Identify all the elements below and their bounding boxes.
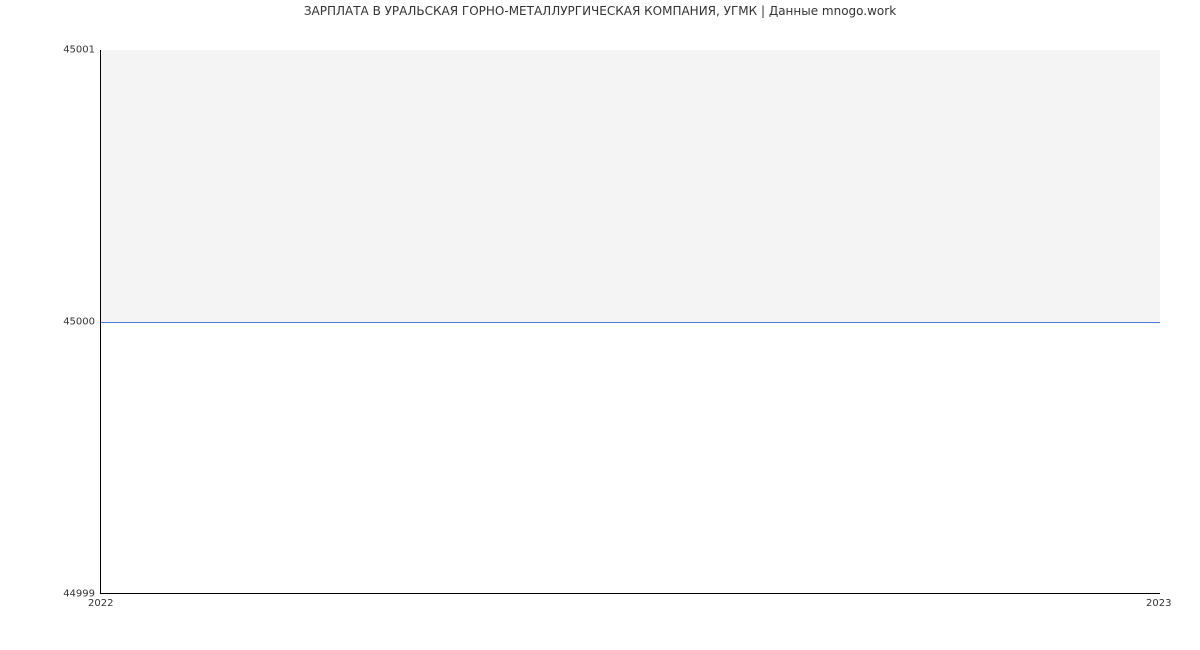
chart-container: ЗАРПЛАТА В УРАЛЬСКАЯ ГОРНО-МЕТАЛЛУРГИЧЕС… [0,0,1200,650]
chart-title: ЗАРПЛАТА В УРАЛЬСКАЯ ГОРНО-МЕТАЛЛУРГИЧЕС… [0,4,1200,18]
x-tick-label: 2023 [1146,598,1171,609]
y-tick-label: 44999 [5,589,95,600]
y-tick-label: 45001 [5,45,95,56]
series-line [101,322,1160,323]
x-tick-label: 2022 [88,598,113,609]
plot-background-lower [101,322,1160,594]
y-tick-label: 45000 [5,317,95,328]
plot-area [100,50,1160,594]
plot-background-upper [101,50,1160,322]
